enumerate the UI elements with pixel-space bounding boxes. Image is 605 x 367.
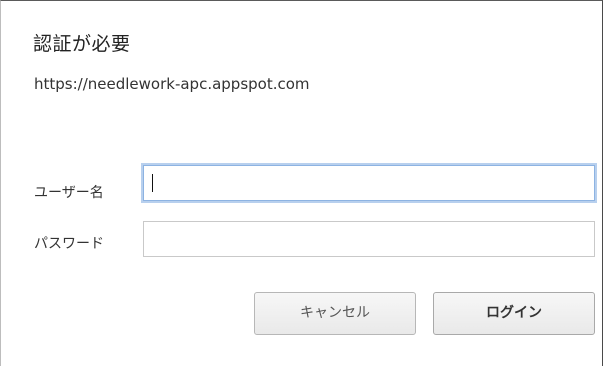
dialog-title: 認証が必要 xyxy=(33,33,131,55)
password-label: パスワード xyxy=(34,236,104,252)
cancel-button[interactable]: キャンセル xyxy=(254,292,416,335)
username-input[interactable] xyxy=(143,165,595,201)
password-input[interactable] xyxy=(143,221,595,257)
text-caret xyxy=(152,174,153,192)
auth-dialog: 認証が必要 https://needlework-apc.appspot.com… xyxy=(0,0,603,366)
site-origin: https://needlework-apc.appspot.com xyxy=(34,75,310,93)
login-button[interactable]: ログイン xyxy=(433,292,595,335)
username-label: ユーザー名 xyxy=(34,185,104,201)
